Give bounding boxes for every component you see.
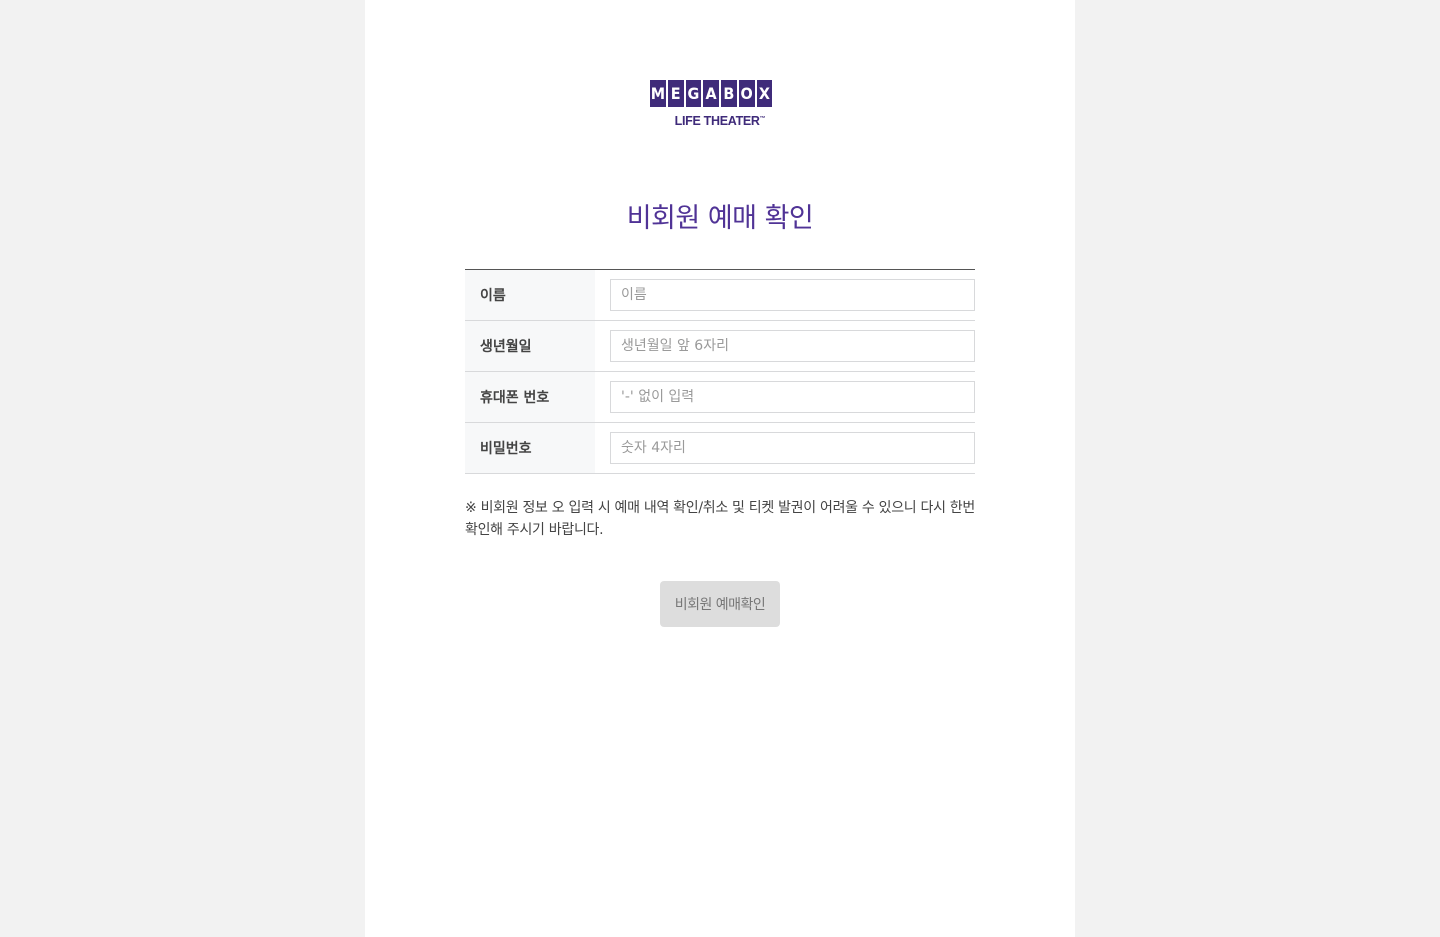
name-input[interactable] — [610, 279, 975, 311]
notice-text: ※ 비회원 정보 오 입력 시 예매 내역 확인/취소 및 티켓 발권이 어려울… — [465, 500, 975, 538]
logo-letter: O — [738, 80, 755, 107]
password-field-cell — [595, 423, 975, 473]
form-row-name: 이름 — [465, 270, 975, 321]
birthdate-input[interactable] — [610, 330, 975, 362]
logo-letter: X — [756, 80, 773, 107]
phone-label: 휴대폰 번호 — [465, 372, 595, 422]
logo-tagline: LIFE THEATER™ — [650, 114, 790, 128]
name-label: 이름 — [465, 270, 595, 320]
content-panel: M E G A B O X LIFE THEATER™ 비회원 예매 확인 이름… — [365, 0, 1075, 937]
logo-tagline-text: LIFE THEATER — [674, 114, 760, 128]
megabox-logo[interactable]: M E G A B O X LIFE THEATER™ — [650, 80, 790, 128]
phone-input[interactable] — [610, 381, 975, 413]
logo-letter: M — [650, 80, 666, 107]
birthdate-label: 생년월일 — [465, 321, 595, 371]
password-input[interactable] — [610, 432, 975, 464]
password-label: 비밀번호 — [465, 423, 595, 473]
logo-letter: A — [703, 80, 719, 107]
form-row-birthdate: 생년월일 — [465, 321, 975, 372]
logo-wordmark: M E G A B O X — [650, 80, 790, 107]
logo-letter: G — [685, 80, 702, 107]
non-member-confirm-button[interactable]: 비회원 예매확인 — [660, 581, 780, 627]
page-title: 비회원 예매 확인 — [626, 203, 814, 234]
logo-letter: E — [667, 80, 684, 107]
form-row-phone: 휴대폰 번호 — [465, 372, 975, 423]
trademark-symbol: ™ — [759, 115, 766, 122]
non-member-form: 이름 생년월일 휴대폰 번호 비밀번호 — [465, 269, 975, 474]
logo-letter: B — [721, 80, 737, 107]
phone-field-cell — [595, 372, 975, 422]
birthdate-field-cell — [595, 321, 975, 371]
name-field-cell — [595, 270, 975, 320]
form-row-password: 비밀번호 — [465, 423, 975, 474]
